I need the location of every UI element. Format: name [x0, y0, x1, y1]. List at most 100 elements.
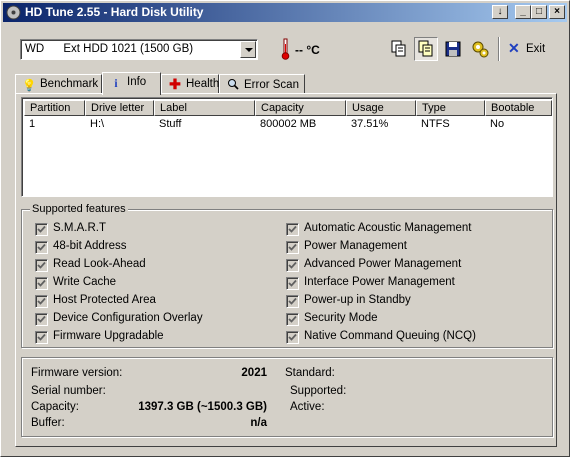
capacity-value: 1397.3 GB (~1500.3 GB): [138, 401, 267, 413]
column-usage[interactable]: Usage: [346, 100, 416, 116]
tab-error-scan-label: Error Scan: [244, 79, 299, 91]
drive-select-value: WD Ext HDD 1021 (1500 GB): [25, 43, 194, 55]
serial-number-label: Serial number:: [31, 385, 106, 397]
tab-error-scan[interactable]: Error Scan: [219, 74, 305, 94]
feature-label: 48-bit Address: [53, 240, 127, 252]
tab-info[interactable]: i Info: [102, 72, 161, 95]
feature-label: Native Command Queuing (NCQ): [304, 330, 476, 342]
feature-checkbox[interactable]: [35, 313, 48, 326]
column-bootable[interactable]: Bootable: [485, 100, 552, 116]
cell-partition: 1: [29, 118, 36, 130]
feature-checkbox[interactable]: [35, 277, 48, 290]
feature-checkbox[interactable]: [286, 295, 299, 308]
checkmark-icon: [288, 243, 297, 251]
feature-label: Host Protected Area: [53, 294, 156, 306]
feature-label: Power Management: [304, 240, 407, 252]
copy-screen-button[interactable]: [414, 37, 438, 61]
checkmark-icon: [288, 279, 297, 287]
close-button[interactable]: ×: [549, 5, 565, 19]
feature-label: Automatic Acoustic Management: [304, 222, 472, 234]
thermometer-icon: [281, 38, 290, 60]
checkmark-icon: [288, 315, 297, 323]
feature-label: Security Mode: [304, 312, 378, 324]
tab-health[interactable]: ✚ Health: [161, 74, 219, 94]
supported-features-group: Supported features S.M.A.R.T 48-bit Addre…: [21, 203, 553, 348]
window-title: HD Tune 2.55 - Hard Disk Utility: [25, 5, 204, 19]
column-capacity[interactable]: Capacity: [255, 100, 346, 116]
title-bar[interactable]: HD Tune 2.55 - Hard Disk Utility ↓ _ □ ×: [3, 3, 567, 22]
checkmark-icon: [37, 225, 46, 233]
feature-label: Write Cache: [53, 276, 117, 288]
standard-label: Standard:: [285, 367, 335, 379]
options-icon: [472, 41, 489, 58]
firmware-value: 2021: [241, 367, 267, 379]
exit-label: Exit: [526, 43, 546, 55]
tab-health-label: Health: [186, 78, 220, 90]
column-type[interactable]: Type: [416, 100, 485, 116]
column-label[interactable]: Label: [154, 100, 255, 116]
table-row[interactable]: 1 H:\ Stuff 800002 MB 37.51% NTFS No: [24, 117, 552, 132]
active-label: Active:: [290, 401, 325, 413]
feature-checkbox[interactable]: [286, 223, 299, 236]
feature-checkbox[interactable]: [286, 277, 299, 290]
feature-checkbox[interactable]: [35, 295, 48, 308]
copy-icon: [391, 40, 406, 57]
drive-select-dropdown-button[interactable]: [240, 41, 256, 58]
checkmark-icon: [288, 297, 297, 305]
feature-checkbox[interactable]: [35, 259, 48, 272]
tab-info-label: Info: [127, 76, 147, 88]
temperature-display: -- °C: [281, 37, 341, 61]
checkmark-icon: [37, 333, 46, 341]
feature-checkbox[interactable]: [286, 241, 299, 254]
checkmark-icon: [288, 261, 297, 269]
column-partition[interactable]: Partition: [24, 100, 85, 116]
exit-icon: ✕: [508, 40, 520, 56]
info-icon: i: [114, 78, 118, 90]
maximize-button[interactable]: □: [531, 5, 547, 19]
partition-list[interactable]: Partition Drive letter Label Capacity Us…: [21, 97, 553, 197]
feature-label: S.M.A.R.T: [53, 222, 107, 234]
cell-drive-letter: H:\: [90, 118, 105, 130]
magnifier-icon: [226, 78, 240, 90]
save-button[interactable]: [441, 37, 465, 61]
toolbar: WD Ext HDD 1021 (1500 GB) -- °C ✕ Exit: [1, 23, 569, 71]
partition-list-header: Partition Drive letter Label Capacity Us…: [24, 100, 552, 116]
minimize-button[interactable]: _: [515, 5, 531, 19]
feature-label: Device Configuration Overlay: [53, 312, 203, 324]
feature-checkbox[interactable]: [35, 241, 48, 254]
checkmark-icon: [37, 279, 46, 287]
temperature-value: -- °C: [295, 43, 320, 57]
column-drive-letter[interactable]: Drive letter: [85, 100, 154, 116]
feature-checkbox[interactable]: [286, 331, 299, 344]
feature-checkbox[interactable]: [35, 331, 48, 344]
tab-benchmark-label: Benchmark: [40, 78, 99, 90]
copy-screen-icon: [418, 40, 433, 57]
tab-benchmark[interactable]: 💡 Benchmark: [15, 74, 102, 94]
cell-usage: 37.51%: [351, 118, 389, 130]
tab-strip: 💡 Benchmark i Info ✚ Health Error Scan: [15, 72, 315, 95]
feature-checkbox[interactable]: [35, 223, 48, 236]
info-panel: Partition Drive letter Label Capacity Us…: [15, 93, 557, 447]
rollup-button[interactable]: ↓: [492, 5, 508, 19]
drive-details-group: Firmware version: 2021 Serial number: Ca…: [21, 357, 553, 437]
app-hdtune-icon: [6, 5, 21, 20]
checkmark-icon: [37, 315, 46, 323]
checkmark-icon: [37, 297, 46, 305]
save-icon: [445, 41, 461, 57]
health-cross-icon: ✚: [169, 76, 181, 92]
drive-select[interactable]: WD Ext HDD 1021 (1500 GB): [20, 39, 258, 60]
options-button[interactable]: [468, 37, 492, 61]
feature-checkbox[interactable]: [286, 259, 299, 272]
exit-button[interactable]: ✕ Exit: [506, 40, 552, 60]
feature-checkbox[interactable]: [286, 313, 299, 326]
capacity-label: Capacity:: [31, 401, 79, 413]
feature-label: Power-up in Standby: [304, 294, 411, 306]
cell-bootable: No: [490, 118, 505, 130]
checkmark-icon: [288, 333, 297, 341]
checkmark-icon: [288, 225, 297, 233]
checkmark-icon: [37, 261, 46, 269]
supported-features-caption: Supported features: [30, 203, 128, 215]
supported-label: Supported:: [290, 385, 347, 397]
feature-label: Read Look-Ahead: [53, 258, 146, 270]
copy-button[interactable]: [387, 37, 411, 61]
